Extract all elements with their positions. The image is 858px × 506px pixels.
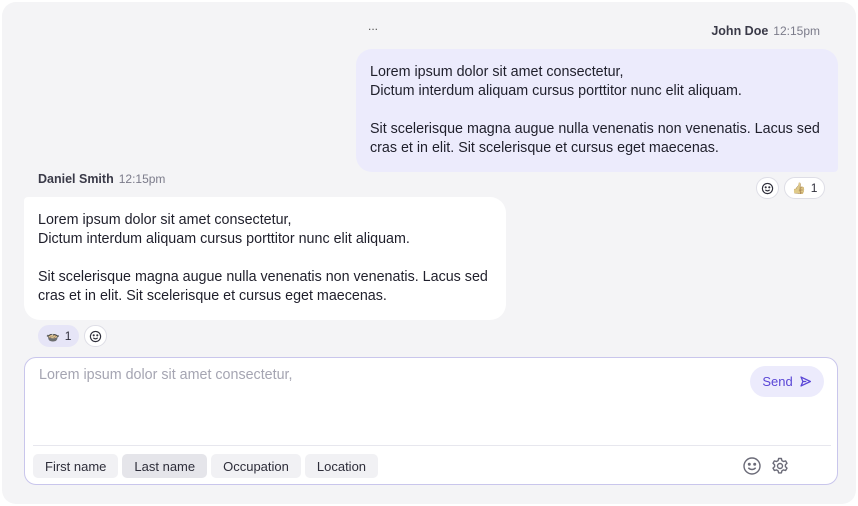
outgoing-message-bubble: Lorem ipsum dolor sit amet consectetur, … xyxy=(356,49,838,172)
author-name: Daniel Smith xyxy=(38,172,114,186)
message-header-daniel: Daniel Smith 12:15pm xyxy=(38,172,165,186)
message-more-options-button[interactable]: ... xyxy=(366,20,380,35)
bowl-icon: 🍲 xyxy=(46,330,60,343)
send-icon xyxy=(800,376,811,387)
thumbs-up-icon: 👍 xyxy=(792,182,806,195)
message-composer: Send First name Last name Occupation Loc… xyxy=(24,357,838,485)
message-paragraph: Lorem ipsum dolor sit amet consectetur, … xyxy=(38,212,410,247)
message-paragraph: Sit scelerisque magna augue nulla venena… xyxy=(370,121,820,156)
author-name: John Doe xyxy=(711,24,769,38)
reaction-bar-daniel: 🍲 1 xyxy=(38,325,108,347)
message-header-john: John Doe 12:15pm xyxy=(711,24,820,38)
composer-divider xyxy=(33,445,831,446)
message-paragraph: Lorem ipsum dolor sit amet consectetur, … xyxy=(370,64,742,99)
gear-icon[interactable] xyxy=(770,456,790,476)
reaction-count: 1 xyxy=(810,181,818,195)
message-timestamp: 12:15pm xyxy=(118,172,166,186)
variable-chips: First name Last name Occupation Location xyxy=(33,454,379,478)
incoming-message-bubble: Lorem ipsum dolor sit amet consectetur, … xyxy=(24,197,506,320)
reaction-count: 1 xyxy=(64,329,72,343)
chip-last-name[interactable]: Last name xyxy=(122,454,208,478)
message-input[interactable] xyxy=(39,367,739,437)
reaction-bar-john: 👍 1 xyxy=(756,177,826,199)
send-button[interactable]: Send xyxy=(750,366,824,397)
message-timestamp: 12:15pm xyxy=(773,24,820,38)
smiley-add-icon xyxy=(761,182,774,194)
chip-location[interactable]: Location xyxy=(304,454,379,478)
send-button-label: Send xyxy=(762,374,793,389)
add-reaction-button[interactable] xyxy=(756,177,779,199)
add-reaction-button[interactable] xyxy=(84,325,108,347)
chat-window: ... John Doe 12:15pm Lorem ipsum dolor s… xyxy=(2,2,856,504)
chip-occupation[interactable]: Occupation xyxy=(211,454,301,478)
message-paragraph: Sit scelerisque magna augue nulla venena… xyxy=(38,269,488,304)
reaction-chip[interactable]: 🍲 1 xyxy=(38,325,80,347)
emoji-picker-icon[interactable] xyxy=(742,456,762,476)
smiley-add-icon xyxy=(90,330,102,342)
reaction-chip[interactable]: 👍 1 xyxy=(784,177,826,199)
chip-first-name[interactable]: First name xyxy=(33,454,119,478)
